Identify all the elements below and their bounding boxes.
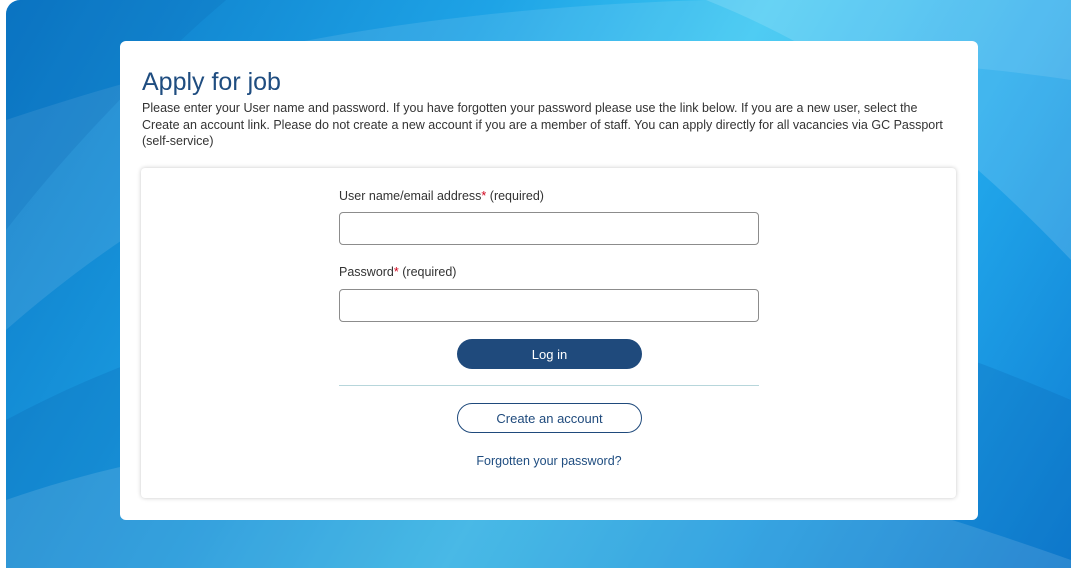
intro-text: Please enter your User name and password… — [142, 101, 943, 148]
required-marker: * — [393, 265, 399, 279]
password-label-text: Password — [339, 265, 394, 279]
page-background: Apply for job Please enter your User nam… — [6, 0, 1071, 568]
forgot-password-link[interactable]: Forgotten your password? — [339, 454, 759, 468]
apply-card: Apply for job Please enter your User nam… — [120, 41, 978, 520]
required-text: (required) — [489, 189, 544, 203]
username-label-text: User name/email address — [339, 189, 482, 203]
required-text: (required) — [402, 265, 457, 279]
username-label: User name/email address* (required) — [339, 188, 544, 204]
page-title: Apply for job — [142, 68, 281, 96]
username-input[interactable] — [339, 212, 759, 245]
required-marker: * — [481, 189, 487, 203]
create-account-button[interactable]: Create an account — [457, 403, 642, 433]
password-label: Password* (required) — [339, 264, 456, 280]
divider — [339, 385, 759, 386]
login-panel: User name/email address* (required) Pass… — [141, 168, 956, 498]
login-button[interactable]: Log in — [457, 339, 642, 369]
password-input[interactable] — [339, 289, 759, 322]
